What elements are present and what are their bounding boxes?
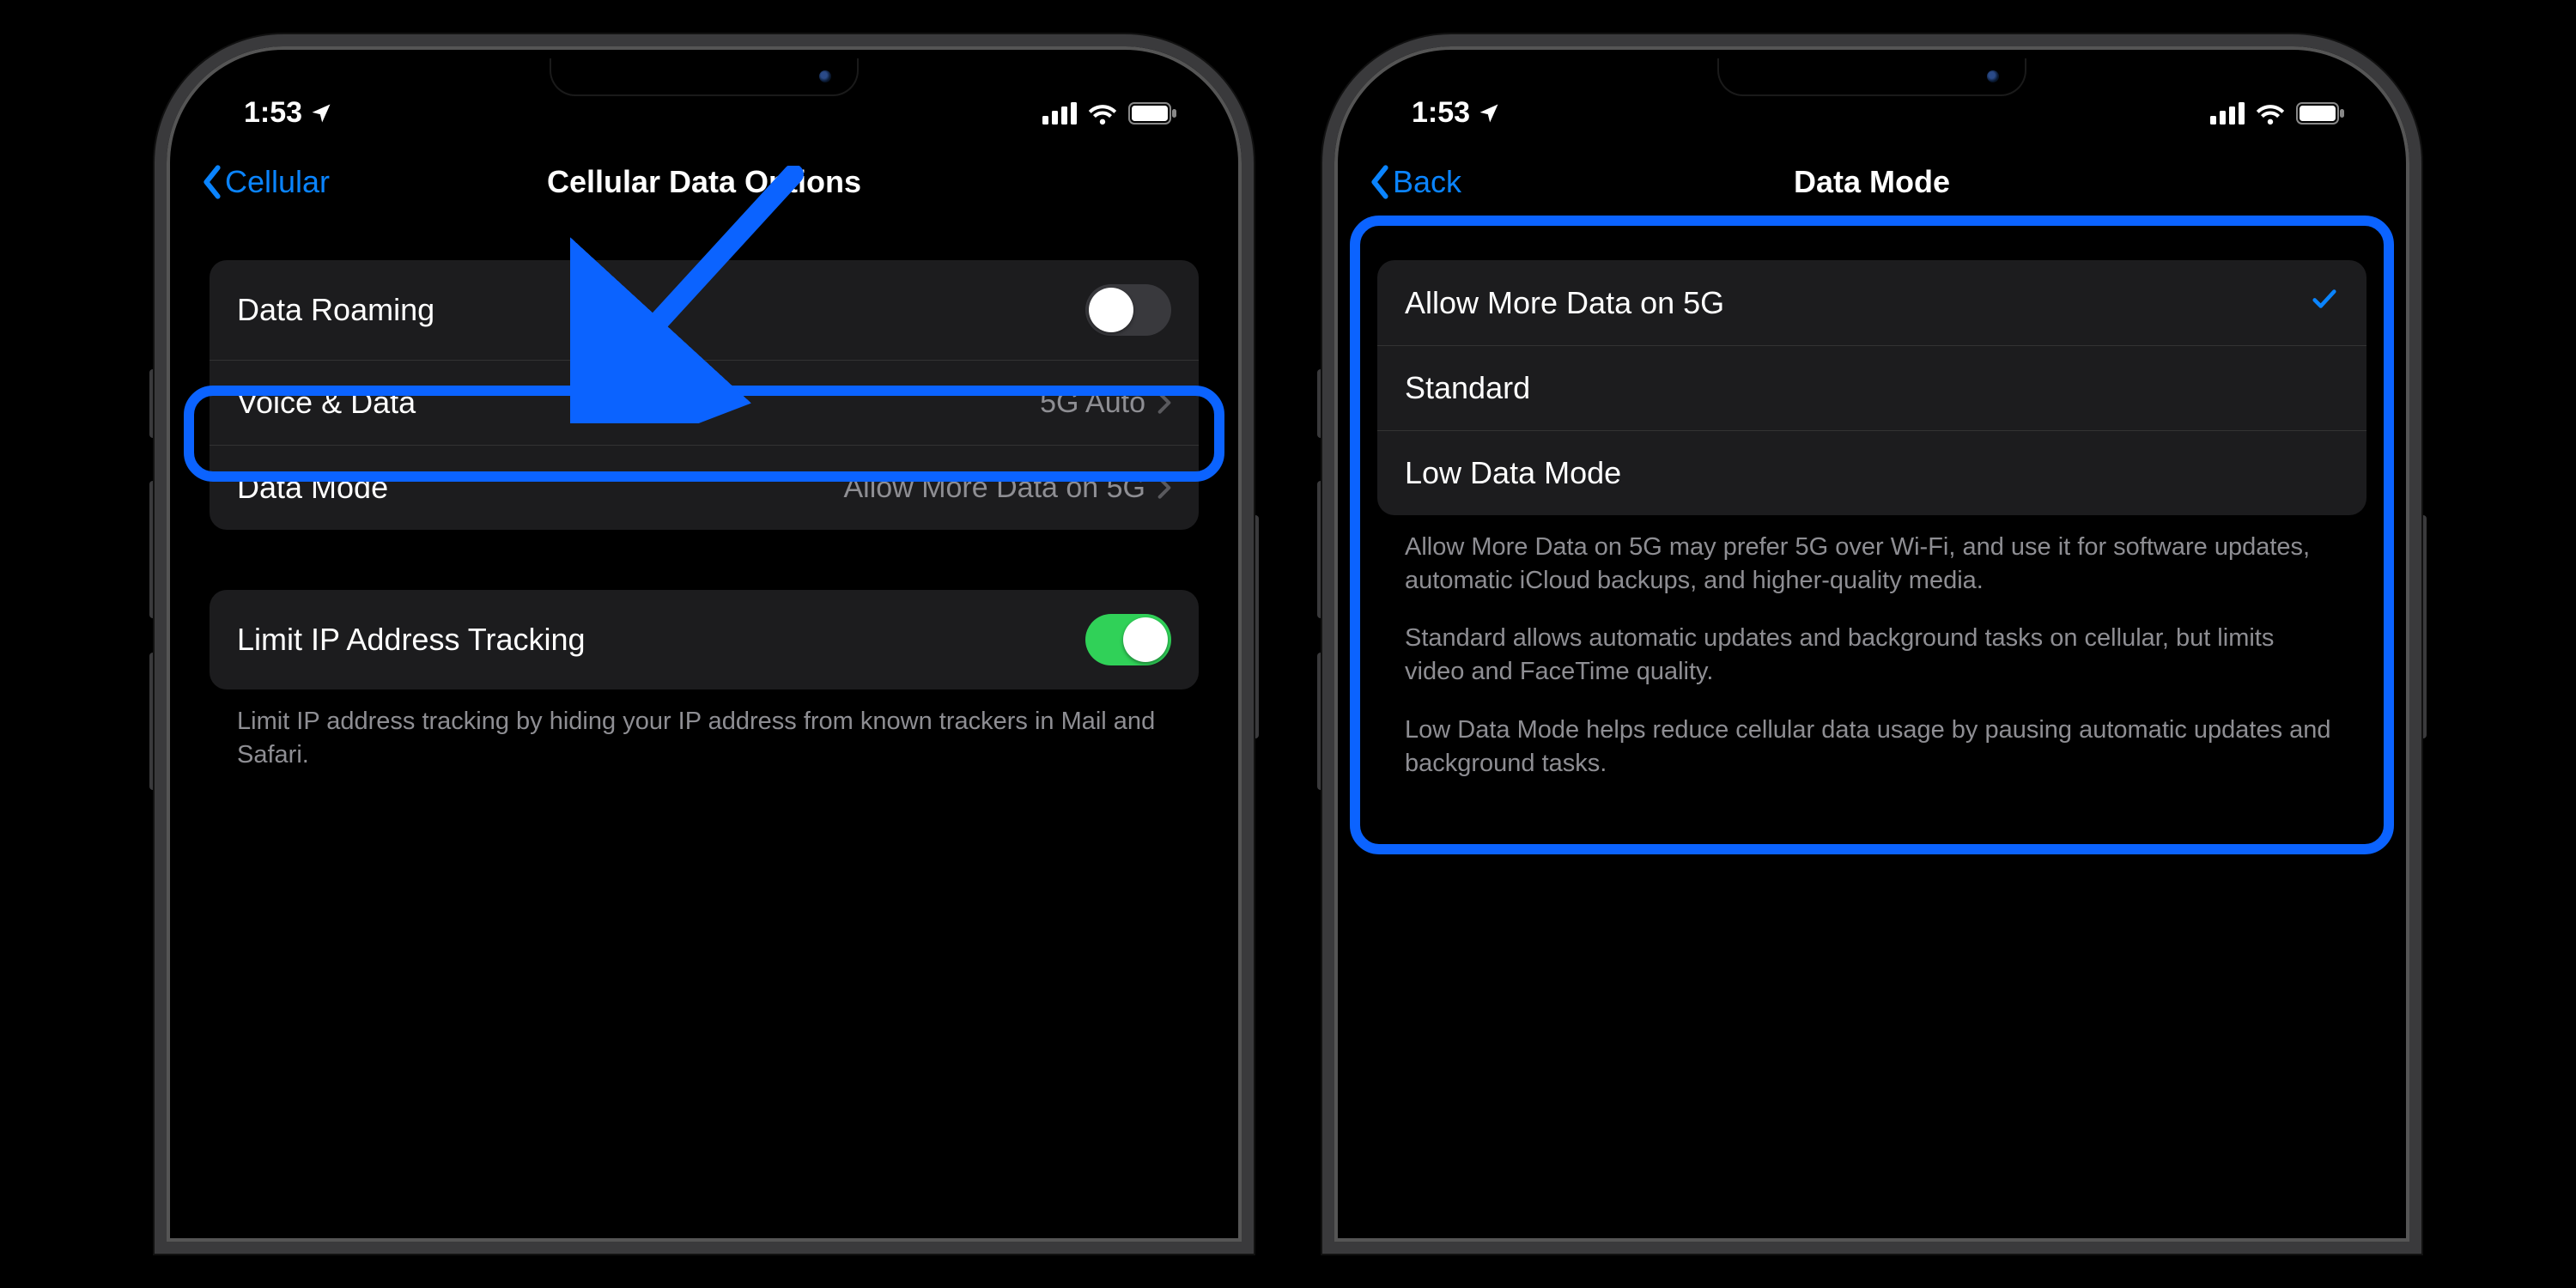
option-label: Standard: [1405, 370, 1530, 406]
option-label: Low Data Mode: [1405, 455, 1621, 491]
row-label: Voice & Data: [237, 385, 416, 421]
row-value: Allow More Data on 5G: [844, 471, 1146, 505]
chevron-right-icon: [1157, 391, 1171, 415]
settings-group-1: Data Roaming Voice & Data 5G Auto Data M…: [210, 260, 1199, 530]
chevron-left-icon: [201, 165, 223, 199]
row-voice-data[interactable]: Voice & Data 5G Auto: [210, 360, 1199, 445]
wifi-icon: [1087, 102, 1118, 125]
option-label: Allow More Data on 5G: [1405, 285, 1724, 321]
data-mode-options: Allow More Data on 5G Standard Low Data …: [1377, 260, 2366, 515]
checkmark-icon: [2310, 284, 2339, 321]
row-limit-ip-tracking[interactable]: Limit IP Address Tracking: [210, 590, 1199, 690]
group-footer: Limit IP address tracking by hiding your…: [210, 690, 1199, 772]
option-allow-more-5g[interactable]: Allow More Data on 5G: [1377, 260, 2366, 345]
wifi-icon: [2255, 102, 2286, 125]
battery-icon: [1128, 102, 1178, 125]
location-icon: [309, 101, 333, 125]
status-time: 1:53: [1412, 96, 1470, 130]
cellular-icon: [1042, 102, 1077, 125]
settings-group-2: Limit IP Address Tracking: [210, 590, 1199, 690]
nav-bar: Back Data Mode: [1360, 138, 2384, 226]
notch: [550, 58, 859, 96]
group-footer: Allow More Data on 5G may prefer 5G over…: [1377, 515, 2366, 781]
back-button[interactable]: Back: [1369, 164, 1461, 200]
page-title: Data Mode: [1794, 164, 1950, 200]
cellular-icon: [2210, 102, 2245, 125]
row-value: 5G Auto: [1040, 386, 1145, 420]
toggle-limit-ip[interactable]: [1085, 614, 1171, 665]
battery-icon: [2296, 102, 2346, 125]
back-button[interactable]: Cellular: [201, 164, 330, 200]
row-data-mode[interactable]: Data Mode Allow More Data on 5G: [210, 445, 1199, 530]
option-standard[interactable]: Standard: [1377, 345, 2366, 430]
page-title: Cellular Data Options: [547, 164, 861, 200]
phone-left: 1:53 Cellular Cellular Data Options: [155, 34, 1254, 1254]
back-label: Cellular: [225, 164, 330, 200]
row-data-roaming[interactable]: Data Roaming: [210, 260, 1199, 360]
phone-right: 1:53 Back Data Mode: [1322, 34, 2421, 1254]
back-label: Back: [1393, 164, 1461, 200]
nav-bar: Cellular Cellular Data Options: [192, 138, 1216, 226]
toggle-data-roaming[interactable]: [1085, 284, 1171, 336]
location-icon: [1477, 101, 1501, 125]
row-label: Limit IP Address Tracking: [237, 622, 586, 658]
chevron-left-icon: [1369, 165, 1391, 199]
chevron-right-icon: [1157, 476, 1171, 500]
row-label: Data Mode: [237, 470, 388, 506]
row-label: Data Roaming: [237, 292, 434, 328]
status-time: 1:53: [244, 96, 302, 130]
option-low-data[interactable]: Low Data Mode: [1377, 430, 2366, 515]
notch: [1717, 58, 2026, 96]
